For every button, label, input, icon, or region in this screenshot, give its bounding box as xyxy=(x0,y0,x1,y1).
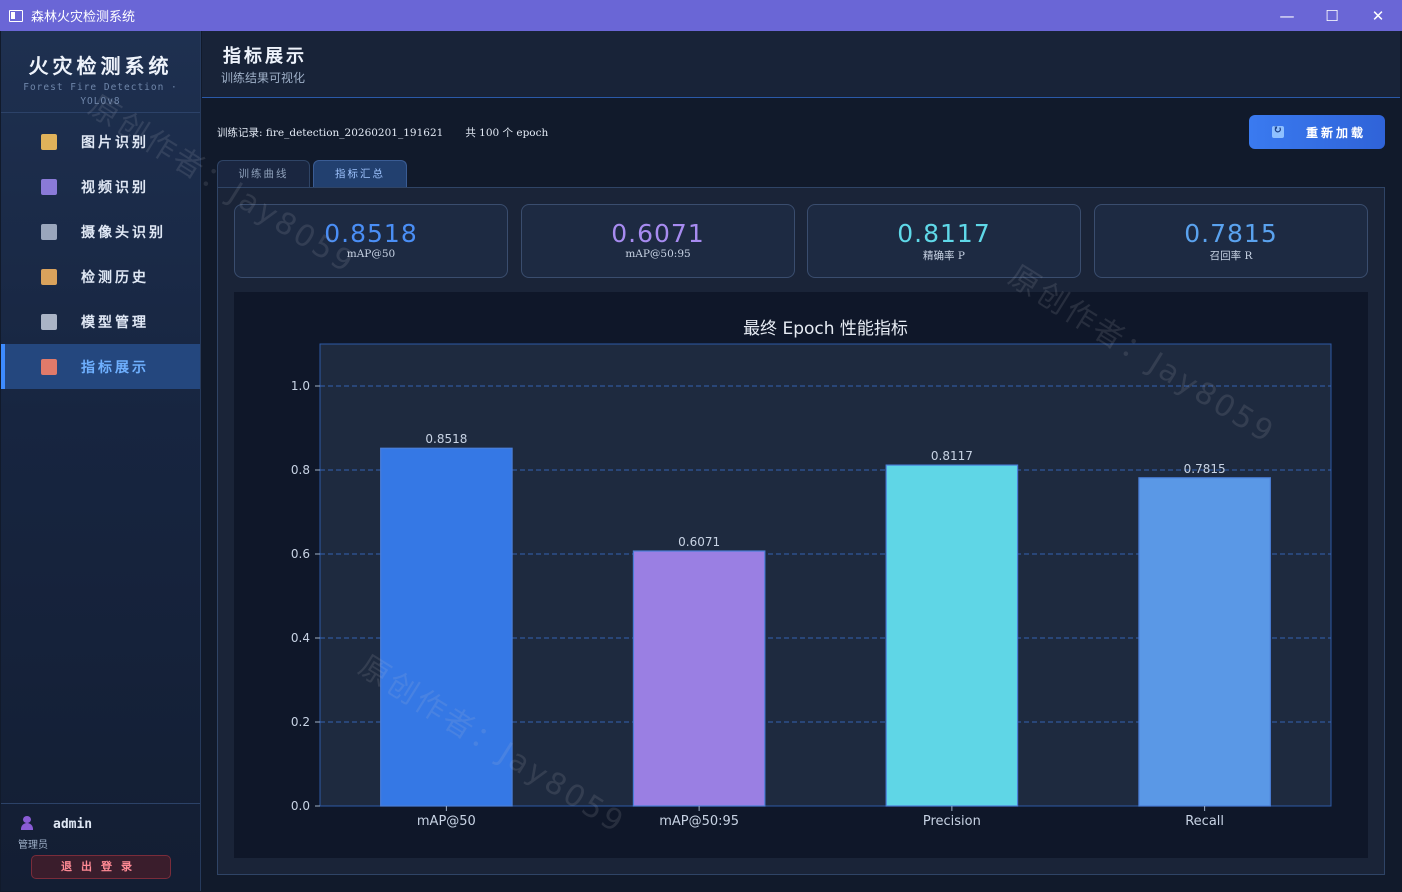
camera-icon xyxy=(41,223,57,240)
metric-card-recall: 0.7815 召回率 R xyxy=(1094,204,1368,278)
window-title: 森林火灾检测系统 xyxy=(31,10,136,25)
title-bar: 森林火灾检测系统 — ☐ ✕ xyxy=(0,0,1402,31)
minimize-button[interactable]: — xyxy=(1264,0,1310,31)
y-tick-label: 0.0 xyxy=(291,799,310,813)
metric-value: 0.7815 xyxy=(1184,219,1278,248)
logout-button[interactable]: 退出登录 xyxy=(31,855,171,879)
metric-label: 召回率 R xyxy=(1209,250,1253,262)
maximize-button[interactable]: ☐ xyxy=(1309,0,1355,31)
app-icon xyxy=(9,9,23,22)
gear-icon xyxy=(41,313,57,330)
y-tick-label: 0.8 xyxy=(291,463,310,477)
app-window: 森林火灾检测系统 — ☐ ✕ 火灾检测系统 Forest Fire Detect… xyxy=(0,0,1402,892)
user-avatar-icon xyxy=(20,816,34,830)
metric-value: 0.6071 xyxy=(611,219,705,248)
sidebar-item-3[interactable]: 检测历史 xyxy=(1,254,200,299)
minimize-icon: — xyxy=(1279,6,1295,25)
sidebar-item-label: 指标展示 xyxy=(81,359,149,376)
sidebar-item-label: 视频识别 xyxy=(81,179,149,196)
close-icon: ✕ xyxy=(1371,6,1385,25)
user-role: 管理员 xyxy=(18,840,48,851)
image-icon xyxy=(41,133,57,150)
clipboard-icon xyxy=(41,268,57,285)
sidebar-item-label: 检测历史 xyxy=(81,269,149,286)
chart-title: 最终 Epoch 性能指标 xyxy=(743,319,908,339)
y-tick-label: 0.2 xyxy=(291,715,310,729)
bar-value-label: 0.8518 xyxy=(425,432,467,446)
close-button[interactable]: ✕ xyxy=(1355,0,1401,31)
user-panel: admin 管理员 退出登录 xyxy=(1,803,200,891)
metric-label: mAP@50:95 xyxy=(625,248,691,260)
bar-chart-icon xyxy=(41,358,57,375)
tab-metrics-summary[interactable]: 指标汇总 xyxy=(313,160,407,187)
bar-value-label: 0.8117 xyxy=(931,449,973,463)
metric-label: mAP@50 xyxy=(346,248,396,260)
reload-label: 重新加载 xyxy=(1306,125,1367,140)
y-tick-label: 0.6 xyxy=(291,547,310,561)
sidebar-item-2[interactable]: 摄像头识别 xyxy=(1,209,200,254)
reload-button[interactable]: 重新加载 xyxy=(1249,115,1385,149)
bar-value-label: 0.6071 xyxy=(678,535,720,549)
metric-value: 0.8117 xyxy=(897,219,991,248)
bar xyxy=(885,464,1019,807)
x-tick-label: Recall xyxy=(1185,814,1224,829)
page-header: 指标展示 训练结果可视化 xyxy=(202,31,1400,98)
training-record: 训练记录: fire_detection_20260201_191621 共 10… xyxy=(217,125,548,140)
tab-label: 指标汇总 xyxy=(335,168,385,180)
page-subtitle: 训练结果可视化 xyxy=(221,71,306,85)
training-record-name: 训练记录: fire_detection_20260201_191621 xyxy=(217,127,444,139)
sidebar-item-4[interactable]: 模型管理 xyxy=(1,299,200,344)
y-tick-label: 1.0 xyxy=(291,379,310,393)
sidebar-item-label: 摄像头识别 xyxy=(81,224,166,241)
bar-value-label: 0.7815 xyxy=(1184,462,1226,476)
clapperboard-icon xyxy=(41,178,57,195)
epoch-count: 共 100 个 epoch xyxy=(465,127,549,139)
metric-card-map5095: 0.6071 mAP@50:95 xyxy=(521,204,795,278)
x-tick-label: Precision xyxy=(923,814,981,829)
sidebar-item-label: 模型管理 xyxy=(81,314,149,331)
page-title: 指标展示 xyxy=(223,46,307,67)
x-tick-label: mAP@50 xyxy=(417,814,476,829)
refresh-icon xyxy=(1272,123,1285,138)
brand-title: 火灾检测系统 xyxy=(28,54,173,78)
sidebar-item-5[interactable]: 指标展示 xyxy=(1,344,200,389)
bar xyxy=(1138,477,1271,807)
y-tick-label: 0.4 xyxy=(291,631,310,645)
x-tick-label: mAP@50:95 xyxy=(659,814,739,829)
maximize-icon: ☐ xyxy=(1325,6,1339,25)
bar xyxy=(632,550,766,807)
user-name: admin xyxy=(53,817,93,832)
